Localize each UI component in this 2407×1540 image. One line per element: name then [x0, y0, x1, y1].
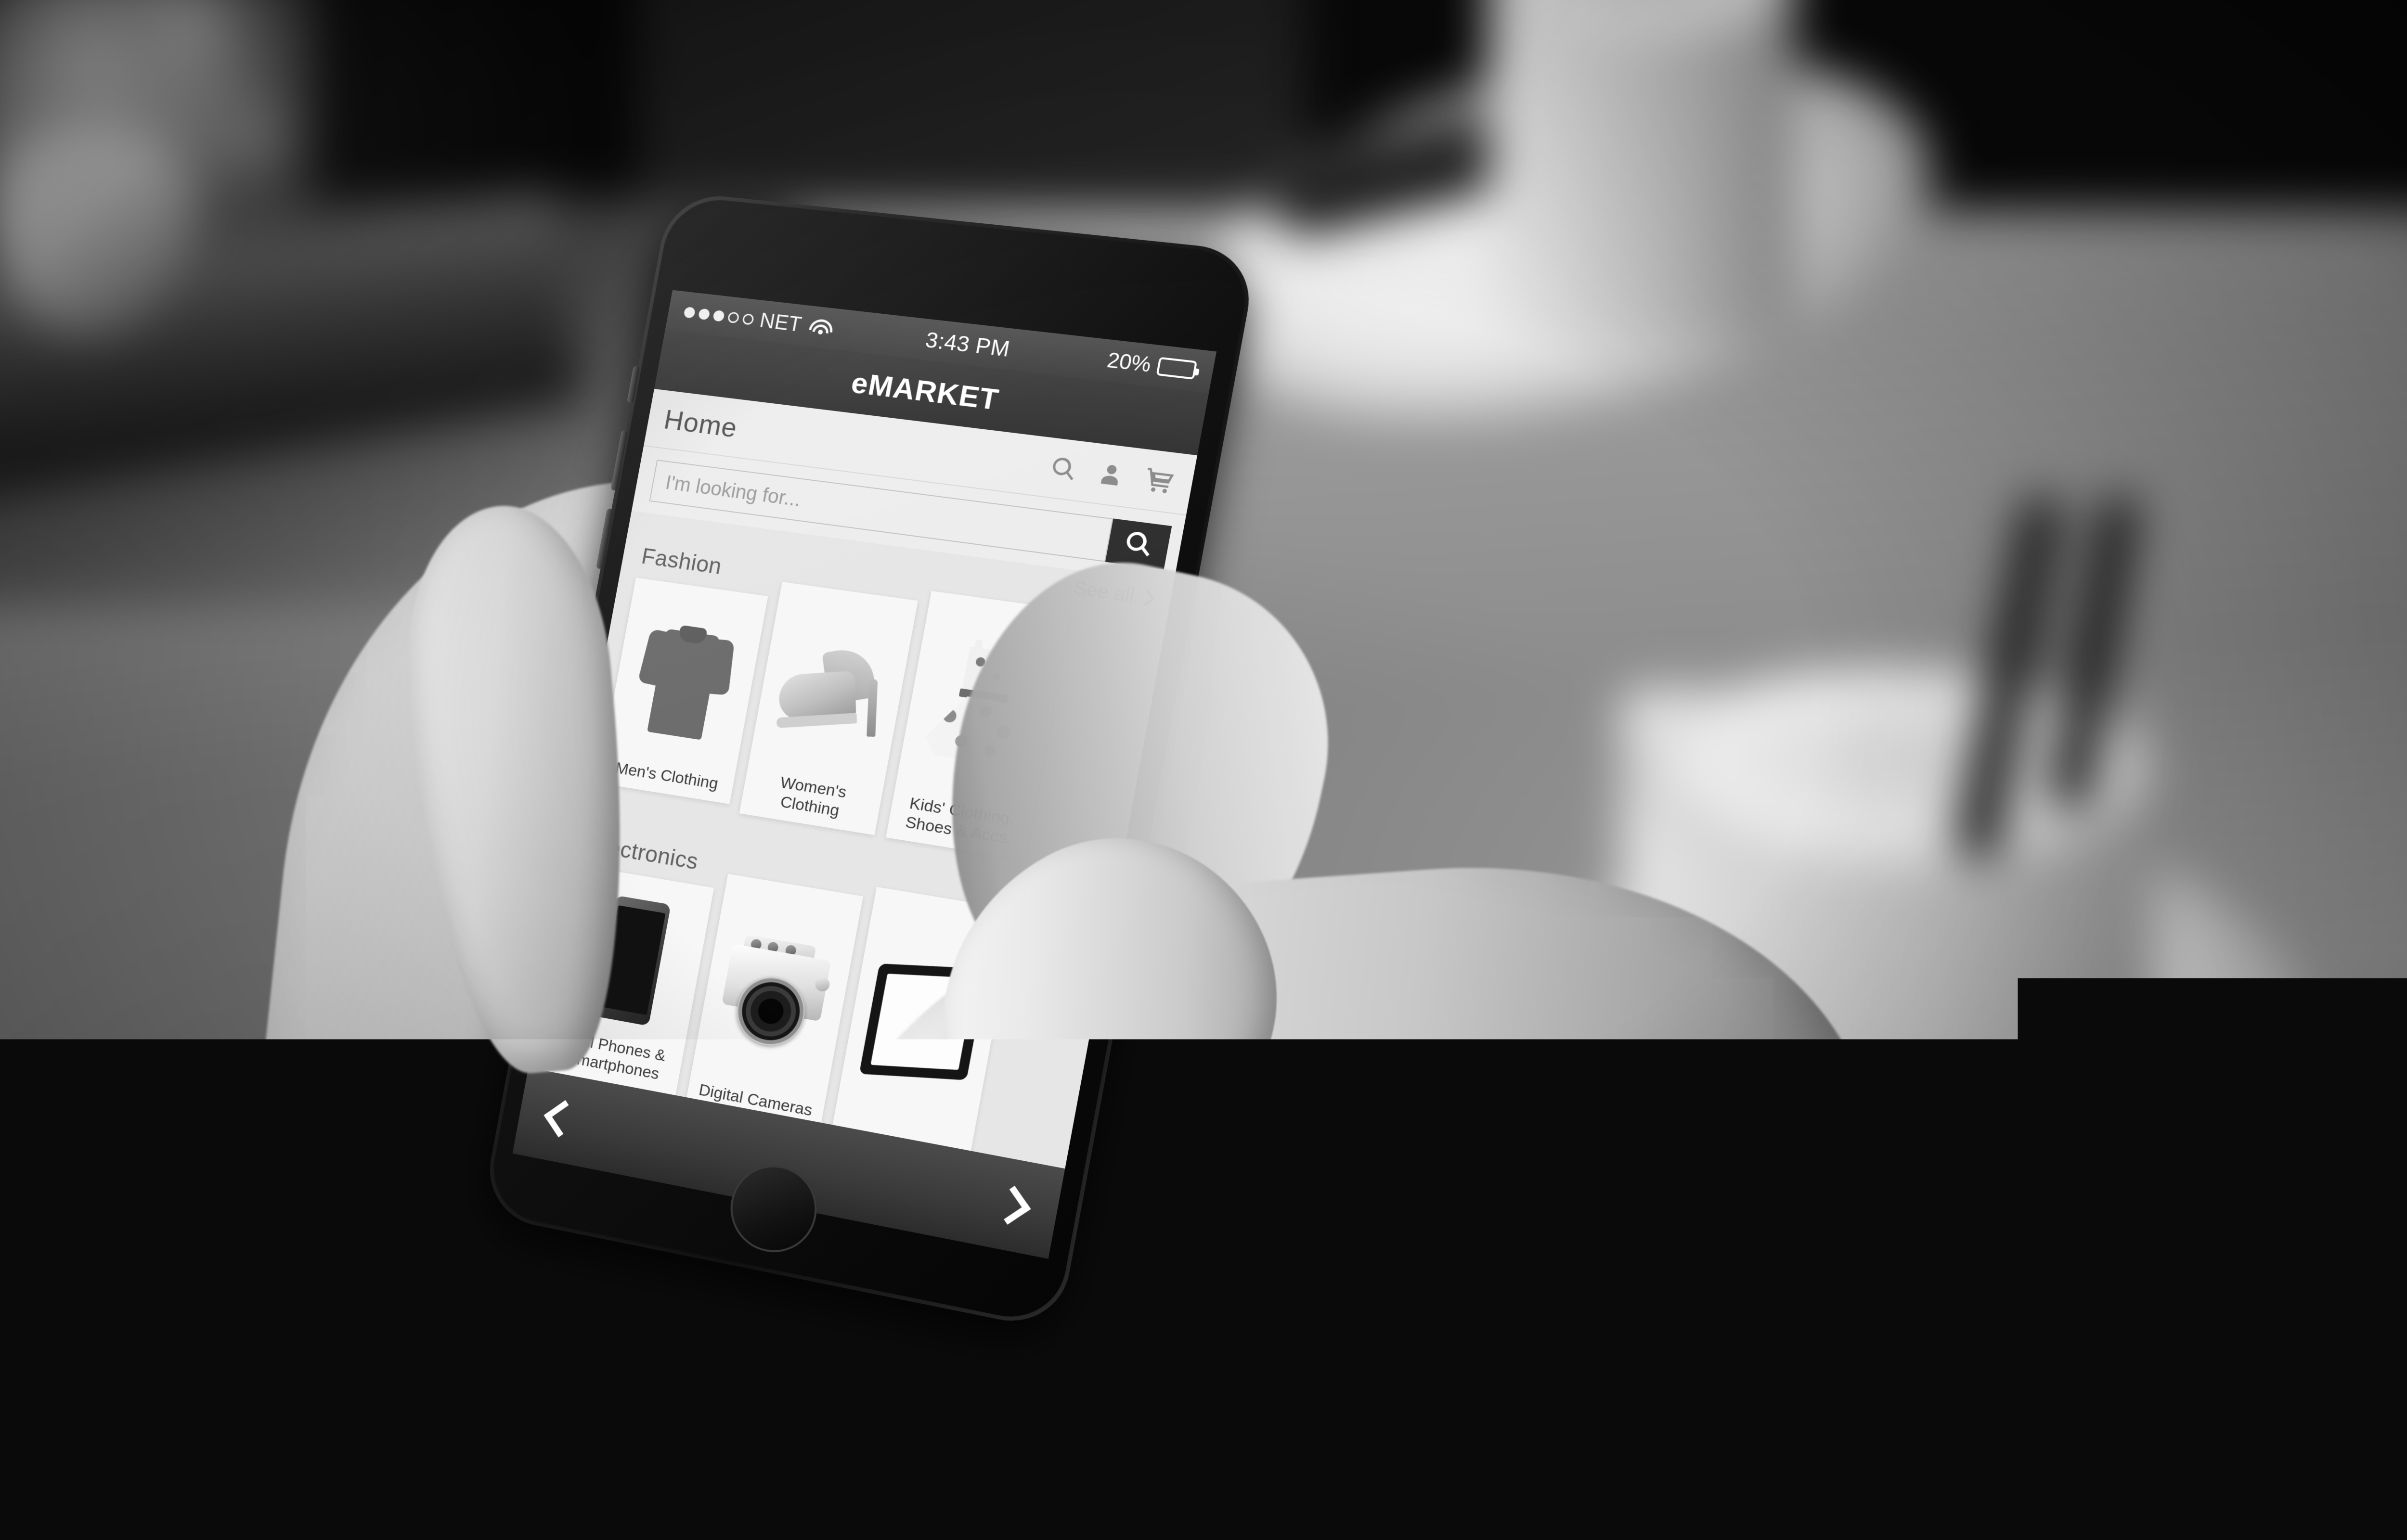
- battery-percent-label: 20%: [1105, 348, 1153, 377]
- card-thumbnail: [603, 584, 767, 777]
- nav-icon-group: [1048, 454, 1177, 496]
- signal-dot-filled: [698, 308, 711, 320]
- signal-dot-filled: [683, 307, 696, 319]
- page-title: Home: [661, 403, 740, 443]
- cart-icon[interactable]: [1142, 466, 1177, 496]
- signal-strength-dots: [683, 307, 754, 325]
- card-thumbnail: [690, 880, 862, 1103]
- background-coffee-cup: [1489, 0, 1796, 342]
- battery-icon: [1156, 357, 1197, 380]
- carrier-label: NET: [758, 309, 803, 337]
- search-placeholder: I'm looking for...: [664, 471, 803, 511]
- signal-dot-filled: [712, 310, 725, 322]
- search-icon[interactable]: [1048, 454, 1079, 484]
- t-shirt-icon: [631, 618, 738, 743]
- app-logo: eMARKET: [849, 366, 1002, 417]
- camera-icon: [707, 924, 845, 1058]
- category-card-mens-clothing[interactable]: Men's Clothing: [598, 578, 768, 804]
- cafe-scene: NET 3:43 PM 20% eMARKET Home I'm looking…: [0, 0, 2407, 1540]
- high-heel-shoe-icon: [773, 636, 891, 740]
- user-icon[interactable]: [1095, 460, 1126, 489]
- card-thumbnail: [748, 589, 917, 789]
- search-icon: [1122, 528, 1156, 560]
- signal-dot-empty: [742, 313, 754, 325]
- category-card-womens-clothing[interactable]: Women's Clothing: [739, 582, 918, 835]
- search-submit-button[interactable]: [1105, 518, 1172, 569]
- wifi-icon: [809, 318, 833, 336]
- signal-dot-empty: [727, 311, 740, 323]
- category-card-digital-cameras[interactable]: Digital Cameras: [685, 874, 863, 1131]
- status-bar-right: 20%: [1105, 348, 1198, 383]
- chevron-left-icon[interactable]: [544, 1100, 581, 1137]
